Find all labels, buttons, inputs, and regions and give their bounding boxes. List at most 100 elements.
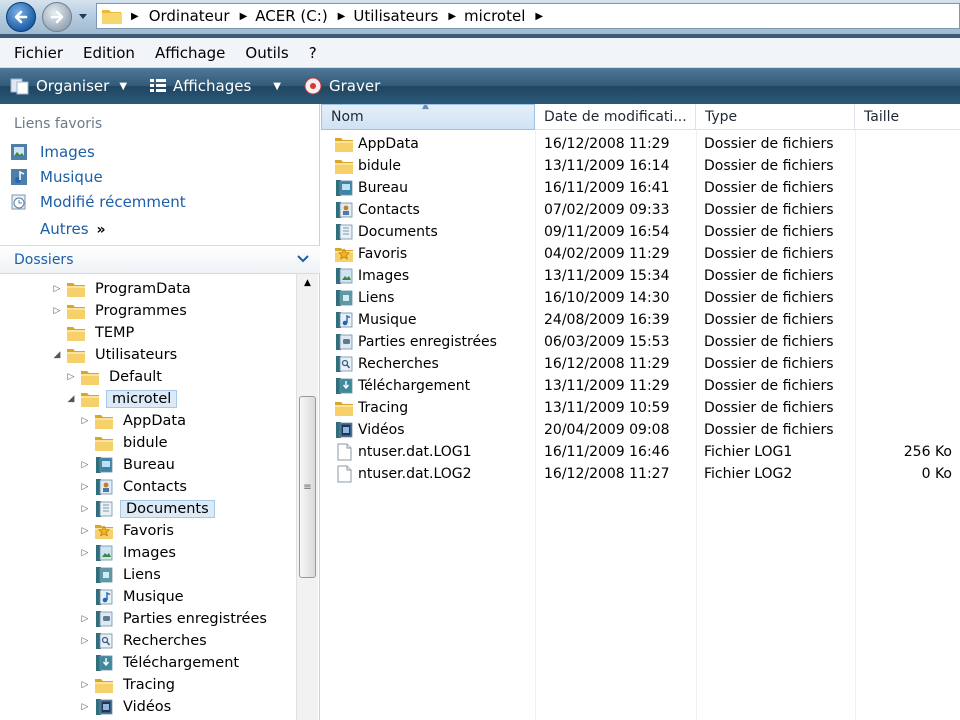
breadcrumb[interactable]: ▶ Ordinateur ▶ ACER (C:) ▶ Utilisateurs ▶ m…: [96, 3, 960, 29]
column-header-type[interactable]: Type: [696, 104, 855, 130]
expand-arrow-icon[interactable]: ▷: [64, 372, 78, 382]
column-header-size[interactable]: Taille: [855, 104, 960, 130]
menu-fichier[interactable]: Fichier: [6, 44, 71, 62]
expand-arrow-icon[interactable]: ▷: [78, 460, 92, 470]
favorite-link-images[interactable]: Images: [8, 142, 95, 162]
tree-item[interactable]: ▷ Recherches: [78, 630, 210, 652]
file-date: 16/12/2008 11:29: [544, 136, 670, 152]
scroll-up-arrow-icon[interactable]: ▲: [297, 274, 318, 292]
tree-item[interactable]: Téléchargement: [78, 652, 242, 674]
caret-down-icon: ▼: [119, 80, 128, 92]
tree-item[interactable]: ▷ Vidéos: [78, 696, 174, 718]
tree-item-label: Default: [109, 369, 162, 385]
menu-edition[interactable]: Edition: [75, 44, 143, 62]
menu-help[interactable]: ?: [301, 44, 325, 62]
breadcrumb-item-utilisateurs[interactable]: Utilisateurs ▶: [353, 7, 464, 25]
favorite-link-recent[interactable]: Modifié récemment: [8, 192, 186, 212]
tree-item[interactable]: ▷ ProgramData: [50, 278, 194, 300]
column-header-date[interactable]: Date de modificati...: [535, 104, 696, 130]
column-header-name[interactable]: ▲ Nom: [321, 104, 535, 130]
contacts-folder-icon: [94, 478, 114, 496]
file-row[interactable]: AppData 16/12/2008 11:29 Dossier de fichie…: [321, 133, 960, 155]
folder-icon: [334, 399, 354, 417]
file-row[interactable]: Documents 09/11/2009 16:54 Dossier de fich…: [321, 221, 960, 243]
breadcrumb-item-microtel[interactable]: microtel ▶: [464, 7, 551, 25]
expand-arrow-icon[interactable]: ▷: [78, 614, 92, 624]
file-row[interactable]: Musique 24/08/2009 16:39 Dossier de fichie…: [321, 309, 960, 331]
expand-arrow-icon[interactable]: ▷: [78, 702, 92, 712]
tree-item[interactable]: ▷ Default: [64, 366, 165, 388]
expand-arrow-icon[interactable]: ▷: [78, 504, 92, 514]
breadcrumb-item-acer[interactable]: ACER (C:) ▶: [255, 7, 353, 25]
expand-arrow-icon[interactable]: ▷: [78, 548, 92, 558]
menu-outils[interactable]: Outils: [237, 44, 296, 62]
expand-arrow-icon[interactable]: ▷: [50, 306, 64, 316]
tree-item[interactable]: ▷ Documents: [78, 498, 215, 520]
breadcrumb-chevron-icon[interactable]: ▶: [131, 11, 139, 22]
file-name-cell: Tracing: [321, 399, 535, 417]
recent-pages-dropdown-icon[interactable]: [78, 10, 88, 22]
file-row[interactable]: ntuser.dat.LOG2 16/12/2008 11:27 Fichier L…: [321, 463, 960, 485]
file-row[interactable]: Parties enregistrées 06/03/2009 15:53 Doss…: [321, 331, 960, 353]
expand-arrow-icon[interactable]: ▷: [78, 526, 92, 536]
burn-button[interactable]: Graver: [303, 76, 380, 96]
tree-item[interactable]: ◢ Utilisateurs: [50, 344, 180, 366]
breadcrumb-chevron-icon[interactable]: ▶: [240, 11, 248, 22]
tree-scrollbar[interactable]: ▲ ≡: [296, 274, 318, 720]
tree-item[interactable]: ▷ Favoris: [78, 520, 177, 542]
expand-arrow-icon[interactable]: ▷: [78, 482, 92, 492]
organise-button[interactable]: Organiser ▼: [10, 77, 127, 95]
scrollbar-thumb[interactable]: ≡: [299, 396, 316, 578]
file-row[interactable]: Recherches 16/12/2008 11:29 Dossier de fic…: [321, 353, 960, 375]
file-row[interactable]: Vidéos 20/04/2009 09:08 Dossier de fichier…: [321, 419, 960, 441]
breadcrumb-chevron-icon[interactable]: ▶: [448, 11, 456, 22]
tree-item[interactable]: ▷ AppData: [78, 410, 189, 432]
file-name-cell: Documents: [321, 223, 535, 241]
file-date: 16/12/2008 11:27: [544, 466, 670, 482]
folders-header[interactable]: Dossiers: [0, 246, 320, 274]
collapse-arrow-icon[interactable]: ◢: [64, 394, 78, 404]
expand-arrow-icon[interactable]: ▷: [78, 416, 92, 426]
expand-arrow-icon[interactable]: ▷: [50, 284, 64, 294]
file-name-cell: ntuser.dat.LOG1: [321, 443, 535, 461]
tree-item[interactable]: ▷ Bureau: [78, 454, 178, 476]
tree-item[interactable]: TEMP: [50, 322, 137, 344]
file-row[interactable]: Bureau 16/11/2009 16:41 Dossier de fichier…: [321, 177, 960, 199]
tree-item[interactable]: bidule: [78, 432, 171, 454]
tree-item[interactable]: ▷ Contacts: [78, 476, 190, 498]
tree-item[interactable]: ◢ microtel: [64, 388, 178, 410]
navigation-pane: Liens favoris Images Musique Modifié réc…: [0, 104, 320, 720]
file-row[interactable]: Tracing 13/11/2009 10:59 Dossier de fichie…: [321, 397, 960, 419]
file-type: Dossier de fichiers: [704, 158, 834, 174]
tree-item[interactable]: Liens: [78, 564, 164, 586]
file-row[interactable]: bidule 13/11/2009 16:14 Dossier de fichier…: [321, 155, 960, 177]
tree-item[interactable]: Musique: [78, 586, 187, 608]
file-type: Dossier de fichiers: [704, 400, 834, 416]
file-row[interactable]: Téléchargement 13/11/2009 11:29 Dossier de…: [321, 375, 960, 397]
tree-item[interactable]: ▷ Tracing: [78, 674, 178, 696]
breadcrumb-chevron-icon[interactable]: ▶: [338, 11, 346, 22]
views-icon: [150, 79, 167, 92]
file-row[interactable]: Contacts 07/02/2009 09:33 Dossier de fichi…: [321, 199, 960, 221]
file-row[interactable]: Images 13/11/2009 15:34 Dossier de fichier…: [321, 265, 960, 287]
views-button[interactable]: Affichages ▼: [149, 77, 281, 95]
file-row[interactable]: Liens 16/10/2009 14:30 Dossier de fichiers: [321, 287, 960, 309]
recent-icon: [8, 192, 30, 212]
tree-item[interactable]: ▷ Programmes: [50, 300, 190, 322]
breadcrumb-chevron-icon[interactable]: ▶: [535, 11, 543, 22]
expand-arrow-icon[interactable]: ▷: [78, 680, 92, 690]
breadcrumb-item-ordinateur[interactable]: Ordinateur ▶: [149, 7, 256, 25]
tree-item[interactable]: ▷ Images: [78, 542, 179, 564]
favorite-link-musique[interactable]: Musique: [8, 167, 103, 187]
collapse-arrow-icon[interactable]: ◢: [50, 350, 64, 360]
back-button[interactable]: [6, 2, 36, 32]
forward-button[interactable]: [42, 2, 72, 32]
file-name: Contacts: [358, 202, 420, 218]
file-row[interactable]: Favoris 04/02/2009 11:29 Dossier de fichie…: [321, 243, 960, 265]
more-favorites-link[interactable]: Autres »: [40, 220, 106, 238]
expand-arrow-icon[interactable]: ▷: [78, 636, 92, 646]
file-type: Dossier de fichiers: [704, 268, 834, 284]
file-row[interactable]: ntuser.dat.LOG1 16/11/2009 16:46 Fichier L…: [321, 441, 960, 463]
menu-affichage[interactable]: Affichage: [147, 44, 233, 62]
tree-item[interactable]: ▷ Parties enregistrées: [78, 608, 270, 630]
